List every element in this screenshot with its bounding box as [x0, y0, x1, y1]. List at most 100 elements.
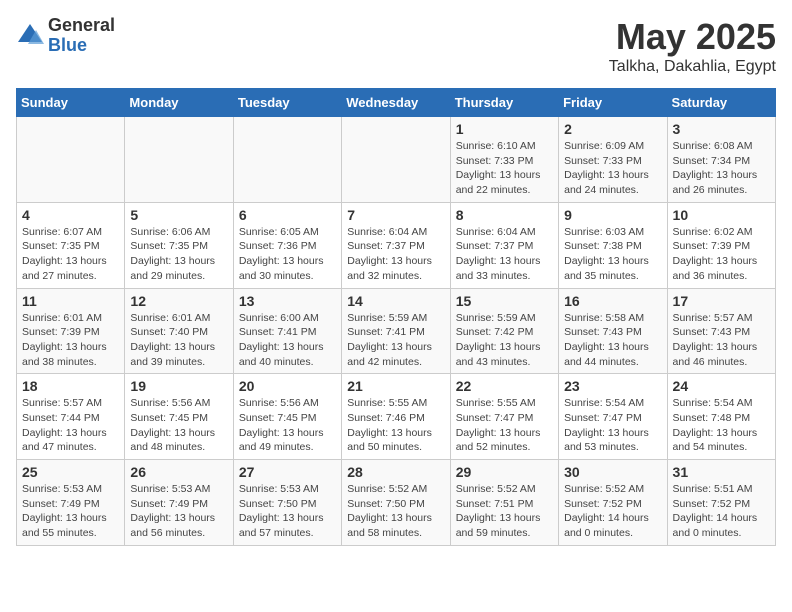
week-row-3: 11 Sunrise: 6:01 AMSunset: 7:39 PMDayligh…	[17, 288, 776, 374]
day-info: Sunrise: 5:53 AMSunset: 7:49 PMDaylight:…	[130, 482, 227, 541]
calendar-cell: 27 Sunrise: 5:53 AMSunset: 7:50 PMDayligh…	[233, 460, 341, 546]
calendar-cell: 4 Sunrise: 6:07 AMSunset: 7:35 PMDaylight…	[17, 202, 125, 288]
calendar-cell: 8 Sunrise: 6:04 AMSunset: 7:37 PMDaylight…	[450, 202, 558, 288]
day-number: 10	[673, 207, 770, 223]
day-info: Sunrise: 5:58 AMSunset: 7:43 PMDaylight:…	[564, 311, 661, 370]
day-info: Sunrise: 5:57 AMSunset: 7:43 PMDaylight:…	[673, 311, 770, 370]
day-number: 16	[564, 293, 661, 309]
weekday-header-sunday: Sunday	[17, 89, 125, 117]
day-number: 24	[673, 378, 770, 394]
calendar-cell: 18 Sunrise: 5:57 AMSunset: 7:44 PMDayligh…	[17, 374, 125, 460]
week-row-2: 4 Sunrise: 6:07 AMSunset: 7:35 PMDaylight…	[17, 202, 776, 288]
day-number: 23	[564, 378, 661, 394]
location-title: Talkha, Dakahlia, Egypt	[609, 58, 776, 76]
calendar-cell: 6 Sunrise: 6:05 AMSunset: 7:36 PMDaylight…	[233, 202, 341, 288]
calendar-cell: 10 Sunrise: 6:02 AMSunset: 7:39 PMDayligh…	[667, 202, 775, 288]
calendar-cell: 2 Sunrise: 6:09 AMSunset: 7:33 PMDaylight…	[559, 117, 667, 203]
day-number: 26	[130, 464, 227, 480]
calendar-cell: 5 Sunrise: 6:06 AMSunset: 7:35 PMDaylight…	[125, 202, 233, 288]
calendar-cell: 16 Sunrise: 5:58 AMSunset: 7:43 PMDayligh…	[559, 288, 667, 374]
day-info: Sunrise: 6:01 AMSunset: 7:40 PMDaylight:…	[130, 311, 227, 370]
day-number: 20	[239, 378, 336, 394]
day-number: 5	[130, 207, 227, 223]
day-number: 1	[456, 121, 553, 137]
day-number: 18	[22, 378, 119, 394]
calendar-cell: 9Sunrise: 6:03 AMSunset: 7:38 PMDaylight…	[559, 202, 667, 288]
title-block: May 2025 Talkha, Dakahlia, Egypt	[609, 16, 776, 76]
day-info: Sunrise: 6:07 AMSunset: 7:35 PMDaylight:…	[22, 225, 119, 284]
day-info: Sunrise: 6:00 AMSunset: 7:41 PMDaylight:…	[239, 311, 336, 370]
week-row-4: 18 Sunrise: 5:57 AMSunset: 7:44 PMDayligh…	[17, 374, 776, 460]
week-row-1: 1Sunrise: 6:10 AMSunset: 7:33 PMDaylight…	[17, 117, 776, 203]
day-info: Sunrise: 6:05 AMSunset: 7:36 PMDaylight:…	[239, 225, 336, 284]
day-info: Sunrise: 5:52 AMSunset: 7:51 PMDaylight:…	[456, 482, 553, 541]
day-number: 31	[673, 464, 770, 480]
day-info: Sunrise: 6:09 AMSunset: 7:33 PMDaylight:…	[564, 139, 661, 198]
calendar-cell: 22 Sunrise: 5:55 AMSunset: 7:47 PMDayligh…	[450, 374, 558, 460]
calendar-cell	[125, 117, 233, 203]
calendar-cell: 1Sunrise: 6:10 AMSunset: 7:33 PMDaylight…	[450, 117, 558, 203]
weekday-header-monday: Monday	[125, 89, 233, 117]
day-number: 7	[347, 207, 444, 223]
day-number: 14	[347, 293, 444, 309]
day-info: Sunrise: 6:04 AMSunset: 7:37 PMDaylight:…	[456, 225, 553, 284]
calendar-cell: 20 Sunrise: 5:56 AMSunset: 7:45 PMDayligh…	[233, 374, 341, 460]
logo-blue-text: Blue	[48, 36, 115, 56]
day-number: 3	[673, 121, 770, 137]
weekday-header-friday: Friday	[559, 89, 667, 117]
calendar-table: SundayMondayTuesdayWednesdayThursdayFrid…	[16, 88, 776, 546]
day-info: Sunrise: 5:59 AMSunset: 7:41 PMDaylight:…	[347, 311, 444, 370]
weekday-header-thursday: Thursday	[450, 89, 558, 117]
day-info: Sunrise: 6:02 AMSunset: 7:39 PMDaylight:…	[673, 225, 770, 284]
logo-text: General Blue	[48, 16, 115, 56]
day-number: 25	[22, 464, 119, 480]
calendar-cell: 15Sunrise: 5:59 AMSunset: 7:42 PMDayligh…	[450, 288, 558, 374]
day-number: 22	[456, 378, 553, 394]
logo-icon	[16, 22, 44, 50]
day-info: Sunrise: 6:04 AMSunset: 7:37 PMDaylight:…	[347, 225, 444, 284]
page-header: General Blue May 2025 Talkha, Dakahlia, …	[16, 16, 776, 76]
day-info: Sunrise: 5:52 AMSunset: 7:52 PMDaylight:…	[564, 482, 661, 541]
calendar-cell	[17, 117, 125, 203]
day-number: 6	[239, 207, 336, 223]
calendar-cell: 7 Sunrise: 6:04 AMSunset: 7:37 PMDaylight…	[342, 202, 450, 288]
calendar-cell: 26 Sunrise: 5:53 AMSunset: 7:49 PMDayligh…	[125, 460, 233, 546]
month-title: May 2025	[609, 16, 776, 58]
calendar-cell: 13 Sunrise: 6:00 AMSunset: 7:41 PMDayligh…	[233, 288, 341, 374]
day-info: Sunrise: 5:54 AMSunset: 7:48 PMDaylight:…	[673, 396, 770, 455]
day-info: Sunrise: 6:01 AMSunset: 7:39 PMDaylight:…	[22, 311, 119, 370]
calendar-cell: 30Sunrise: 5:52 AMSunset: 7:52 PMDayligh…	[559, 460, 667, 546]
day-info: Sunrise: 5:53 AMSunset: 7:50 PMDaylight:…	[239, 482, 336, 541]
calendar-cell: 23Sunrise: 5:54 AMSunset: 7:47 PMDayligh…	[559, 374, 667, 460]
day-info: Sunrise: 5:57 AMSunset: 7:44 PMDaylight:…	[22, 396, 119, 455]
day-info: Sunrise: 5:55 AMSunset: 7:47 PMDaylight:…	[456, 396, 553, 455]
day-number: 8	[456, 207, 553, 223]
calendar-cell: 3Sunrise: 6:08 AMSunset: 7:34 PMDaylight…	[667, 117, 775, 203]
day-number: 11	[22, 293, 119, 309]
day-info: Sunrise: 5:52 AMSunset: 7:50 PMDaylight:…	[347, 482, 444, 541]
day-number: 15	[456, 293, 553, 309]
logo-general-text: General	[48, 16, 115, 36]
weekday-header-row: SundayMondayTuesdayWednesdayThursdayFrid…	[17, 89, 776, 117]
calendar-cell: 11 Sunrise: 6:01 AMSunset: 7:39 PMDayligh…	[17, 288, 125, 374]
day-number: 13	[239, 293, 336, 309]
day-info: Sunrise: 6:06 AMSunset: 7:35 PMDaylight:…	[130, 225, 227, 284]
week-row-5: 25 Sunrise: 5:53 AMSunset: 7:49 PMDayligh…	[17, 460, 776, 546]
day-number: 27	[239, 464, 336, 480]
calendar-cell	[342, 117, 450, 203]
logo: General Blue	[16, 16, 115, 56]
day-info: Sunrise: 5:56 AMSunset: 7:45 PMDaylight:…	[130, 396, 227, 455]
day-info: Sunrise: 5:56 AMSunset: 7:45 PMDaylight:…	[239, 396, 336, 455]
calendar-cell: 24 Sunrise: 5:54 AMSunset: 7:48 PMDayligh…	[667, 374, 775, 460]
weekday-header-saturday: Saturday	[667, 89, 775, 117]
day-number: 19	[130, 378, 227, 394]
calendar-cell	[233, 117, 341, 203]
calendar-cell: 12Sunrise: 6:01 AMSunset: 7:40 PMDayligh…	[125, 288, 233, 374]
day-number: 29	[456, 464, 553, 480]
calendar-cell: 28Sunrise: 5:52 AMSunset: 7:50 PMDayligh…	[342, 460, 450, 546]
day-number: 4	[22, 207, 119, 223]
day-info: Sunrise: 5:55 AMSunset: 7:46 PMDaylight:…	[347, 396, 444, 455]
day-number: 2	[564, 121, 661, 137]
weekday-header-wednesday: Wednesday	[342, 89, 450, 117]
calendar-cell: 29 Sunrise: 5:52 AMSunset: 7:51 PMDayligh…	[450, 460, 558, 546]
